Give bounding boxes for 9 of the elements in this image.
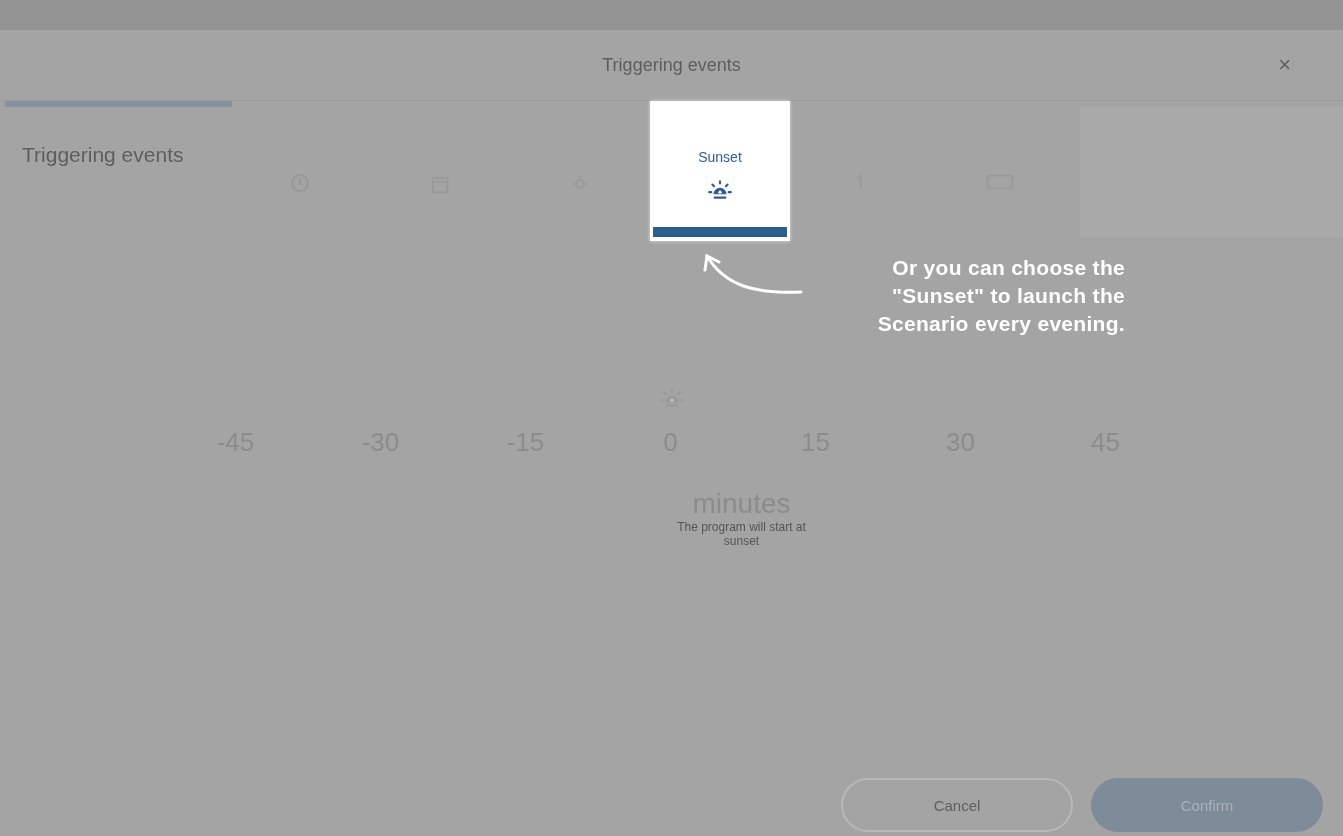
sunset-icon xyxy=(707,179,733,201)
hint-text: The program will start at sunset xyxy=(676,520,807,548)
dialog-title: Triggering events xyxy=(602,54,741,76)
section-label: Triggering events xyxy=(21,142,185,168)
cancel-button[interactable]: Cancel xyxy=(841,778,1073,832)
callout-text: Or you can choose the "Sunset" to launch the Scenario every evening. xyxy=(876,255,1125,337)
sunset-icon xyxy=(658,387,685,409)
close-button[interactable]: × xyxy=(1278,52,1291,78)
event-tab[interactable]: Sunset xyxy=(650,101,790,241)
